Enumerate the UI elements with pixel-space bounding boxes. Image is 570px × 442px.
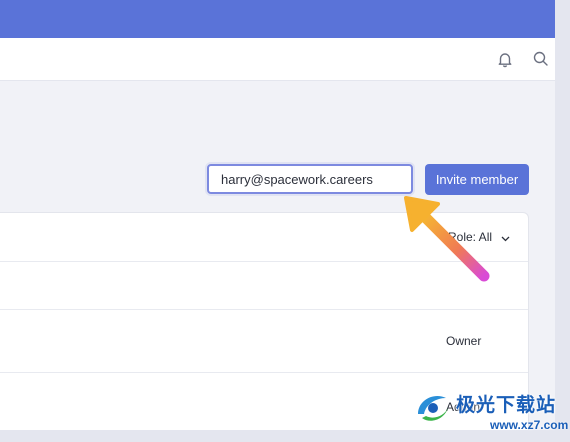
search-icon[interactable]	[532, 50, 550, 68]
bell-icon[interactable]	[496, 50, 514, 68]
member-row[interactable]: Owner	[0, 310, 528, 373]
member-role: Owner	[446, 334, 482, 348]
role-filter-dropdown[interactable]: Role: All	[448, 230, 510, 245]
top-color-band	[0, 0, 555, 38]
invite-member-button[interactable]: Invite member	[425, 164, 529, 195]
members-card-header: Role: All	[0, 213, 528, 262]
watermark-title: 极光下载站	[456, 395, 557, 416]
header-bar	[0, 38, 555, 81]
watermark: 极光下载站 www.xz7.com	[412, 384, 570, 440]
role-filter-label: Role: All	[448, 230, 493, 244]
member-row[interactable]	[0, 262, 528, 310]
chevron-down-icon	[501, 231, 510, 245]
watermark-url: www.xz7.com	[490, 418, 569, 432]
watermark-logo-icon	[418, 395, 448, 421]
app-window: Invite member Role: All Owner Admin	[0, 0, 555, 430]
invite-email-input[interactable]	[207, 164, 413, 194]
